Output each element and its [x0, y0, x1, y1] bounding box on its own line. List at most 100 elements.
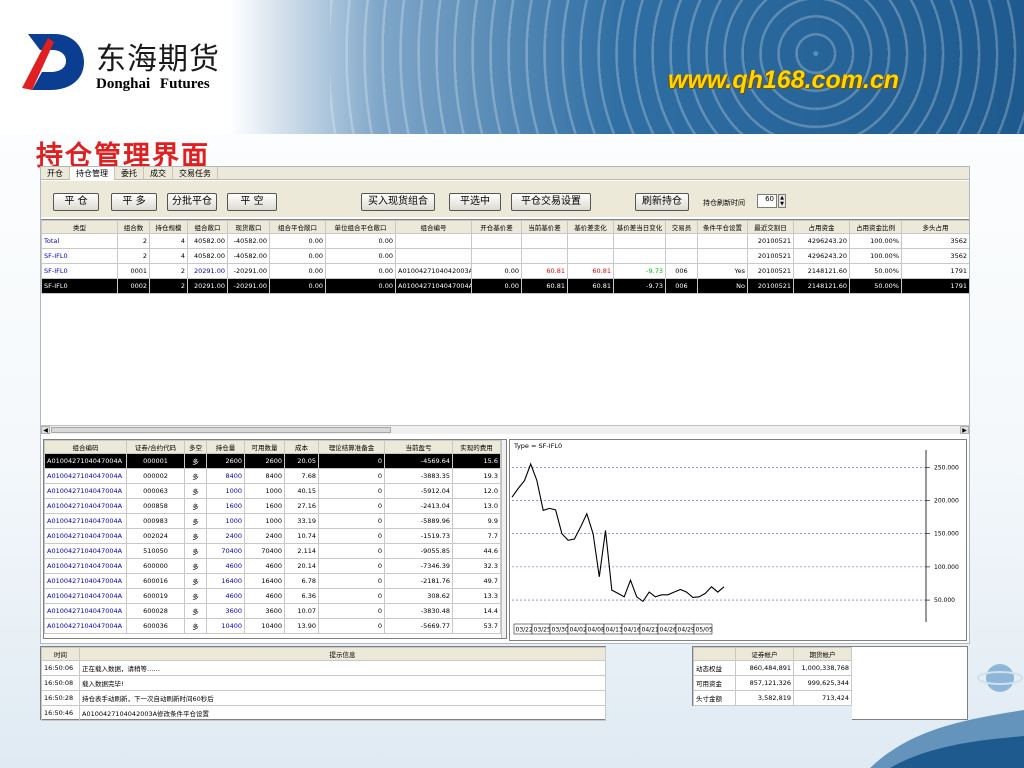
- table-row[interactable]: A0100427104047004A 600000 多 4600 4600 20.14 0-…: [44, 558, 501, 574]
- table-row[interactable]: A0100427104047004A 510050 多 70400 70400 2.114…: [44, 543, 501, 559]
- table-row[interactable]: A0100427104047004A 000001 多 2600 2600 20.05 0-…: [44, 453, 501, 469]
- col-type[interactable]: 类型: [41, 220, 118, 234]
- table-row[interactable]: Total 2 4 40582.00 -40582.00 0.00 0.00 20100521…: [41, 233, 969, 249]
- table-row[interactable]: 16:50:46 A0100427104042003A修改条件平仓设置: [41, 705, 606, 721]
- table-row[interactable]: 16:50:28 持仓表手动刷新，下一次自动刷新时间60秒后: [41, 690, 606, 706]
- col-scale[interactable]: 持仓规模: [149, 220, 188, 234]
- table-row[interactable]: SF-IFL0 2 4 40582.00 -40582.00 0.00 0.00 201005…: [41, 248, 969, 264]
- table-row[interactable]: 可用资金 857,121,326 999,625,344: [693, 675, 852, 691]
- message-log: 时间 提示信息 16:50:06 正在载入数据，请稍等…… 16:50:08 载入数据…: [40, 646, 606, 721]
- col-available[interactable]: 可用数量: [244, 440, 285, 454]
- table-row[interactable]: A0100427104047004A 000983 多 1000 1000 33.19 0-…: [44, 513, 501, 529]
- batch-close-button[interactable]: 分批平仓: [167, 193, 217, 211]
- col-margin[interactable]: 理论结算准备金: [318, 440, 385, 454]
- table-row[interactable]: A0100427104047004A 600028 多 3600 3600 10.07 0-…: [44, 603, 501, 619]
- basis-chart: Type = SF-IFL0 50.000 100.000 150.000 200.00…: [509, 439, 967, 641]
- table-row[interactable]: 16:50:08 载入数据完毕!: [41, 675, 606, 691]
- col-cost[interactable]: 成本: [284, 440, 319, 454]
- scroll-left-icon[interactable]: ◀: [41, 426, 50, 434]
- table-row[interactable]: 头寸金额 3,582,819 713,424: [693, 690, 852, 706]
- close-position-button[interactable]: 平 仓: [53, 193, 99, 211]
- refresh-interval-input[interactable]: 60: [757, 194, 777, 208]
- table-cell: -7346.39: [384, 558, 453, 574]
- col-combo-exposure[interactable]: 组合敞口: [187, 220, 228, 234]
- col-long-capital[interactable]: 多头占用: [901, 220, 969, 234]
- col-trader[interactable]: 交易员: [665, 220, 698, 234]
- table-row[interactable]: A0100427104047004A 000063 多 1000 1000 40.15 0-…: [44, 483, 501, 499]
- table-cell: 60.81: [567, 263, 614, 279]
- table-row[interactable]: A0100427104047004A 002024 多 2400 2400 10.74 0-…: [44, 528, 501, 544]
- col-capital[interactable]: 占用资金: [793, 220, 850, 234]
- buy-spot-combo-button[interactable]: 买入现货组合: [361, 193, 435, 211]
- col-combo-code[interactable]: 组合编码: [44, 440, 127, 454]
- col-basis-day-change[interactable]: 基价差当日变化: [613, 220, 666, 234]
- table-row[interactable]: A0100427104047004A 600019 多 4600 4600 6.36 0 30…: [44, 588, 501, 604]
- col-combo-count[interactable]: 组合数: [117, 220, 150, 234]
- col-security-code[interactable]: 证券/合约代码: [126, 440, 185, 454]
- tab-orders[interactable]: 委托: [115, 167, 144, 180]
- positions-horizontal-scrollbar[interactable]: ◀ ▶: [41, 425, 969, 434]
- table-cell: -40582.00: [227, 233, 270, 249]
- scroll-right-icon[interactable]: ▶: [960, 426, 969, 434]
- table-row[interactable]: SF-IFL0 0002 2 20291.00 -20291.00 0.00 0.00 A01…: [41, 278, 969, 294]
- col-delivery-date[interactable]: 最近交割日: [747, 220, 794, 234]
- col-close-exposure[interactable]: 组合平仓敞口: [269, 220, 326, 234]
- col-current-basis[interactable]: 当前基价差: [521, 220, 568, 234]
- table-cell: 4: [149, 233, 188, 249]
- col-basis-change[interactable]: 基价差变化: [567, 220, 614, 234]
- tab-trades[interactable]: 成交: [144, 167, 173, 180]
- table-cell: 1791: [901, 263, 969, 279]
- close-short-button[interactable]: 平 空: [227, 193, 277, 211]
- col-fees[interactable]: 实现的费用: [452, 440, 501, 454]
- table-cell: 10.74: [284, 528, 319, 544]
- x-tick-label: 04/21: [642, 627, 659, 634]
- table-cell: 4: [149, 248, 188, 264]
- table-cell: 4296243.20: [793, 248, 850, 264]
- tab-tasks[interactable]: 交易任务: [173, 167, 218, 180]
- col-direction[interactable]: 多空: [184, 440, 207, 454]
- table-cell: 20291.00: [187, 263, 228, 279]
- table-cell: 0: [318, 603, 385, 619]
- table-cell: 1000: [244, 483, 285, 499]
- y-tick-label: 150.000: [934, 531, 959, 538]
- table-cell: 0: [318, 558, 385, 574]
- table-row[interactable]: A0100427104047004A 600036 多 10400 10400 13.90…: [44, 618, 501, 634]
- col-open-basis[interactable]: 开仓基价差: [471, 220, 522, 234]
- table-row[interactable]: A0100427104047004A 600016 多 16400 16400 6.78 0…: [44, 573, 501, 589]
- col-unit-close-exposure[interactable]: 单位组合平仓敞口: [325, 220, 396, 234]
- close-selected-button[interactable]: 平选中: [449, 193, 501, 211]
- table-cell: 14.4: [452, 603, 501, 619]
- col-condition-close[interactable]: 条件平仓设置: [697, 220, 748, 234]
- table-cell: 2148121.60: [793, 263, 850, 279]
- table-row[interactable]: A0100427104047004A 000858 多 1600 1600 27.16 0-…: [44, 498, 501, 514]
- col-item: [693, 647, 736, 661]
- table-cell: 10400: [244, 618, 285, 634]
- close-settings-button[interactable]: 平仓交易设置: [511, 193, 591, 211]
- close-long-button[interactable]: 平 多: [111, 193, 157, 211]
- series-line: [511, 462, 725, 603]
- table-cell: 0: [318, 528, 385, 544]
- tab-position-management[interactable]: 持仓管理: [70, 167, 115, 180]
- table-row[interactable]: 动态权益 860,484,891 1,000,338,768: [693, 660, 852, 676]
- scroll-thumb[interactable]: [51, 427, 391, 433]
- refresh-spinner[interactable]: ▲ ▼: [778, 194, 786, 208]
- x-tick-label: 04/08: [588, 627, 605, 634]
- col-combo-id[interactable]: 组合编号: [395, 220, 472, 234]
- col-pnl[interactable]: 当前盈亏: [384, 440, 453, 454]
- table-row[interactable]: 16:50:06 正在载入数据，请稍等……: [41, 660, 606, 676]
- table-cell: 3600: [244, 603, 285, 619]
- col-spot-exposure[interactable]: 现货敞口: [227, 220, 270, 234]
- table-cell: SF-IFL0: [41, 278, 118, 294]
- table-cell: -9.73: [613, 278, 666, 294]
- col-capital-ratio[interactable]: 占用资金比例: [849, 220, 902, 234]
- table-cell: [613, 248, 666, 264]
- col-quantity[interactable]: 持仓量: [206, 440, 245, 454]
- tab-open[interactable]: 开仓: [41, 167, 70, 180]
- table-cell: A0100427104042003A: [395, 263, 472, 279]
- refresh-positions-button[interactable]: 刷新持仓: [635, 193, 689, 211]
- holdings-vertical-scrollbar[interactable]: [501, 440, 506, 638]
- table-row[interactable]: SF-IFL0 0001 2 20291.00 -20291.00 0.00 0.00 A01…: [41, 263, 969, 279]
- table-cell: 1,000,338,768: [793, 660, 852, 676]
- col-futures-account: 期货帐户: [793, 647, 852, 661]
- table-row[interactable]: A0100427104047004A 000002 多 8400 8400 7.68 0 -3…: [44, 468, 501, 484]
